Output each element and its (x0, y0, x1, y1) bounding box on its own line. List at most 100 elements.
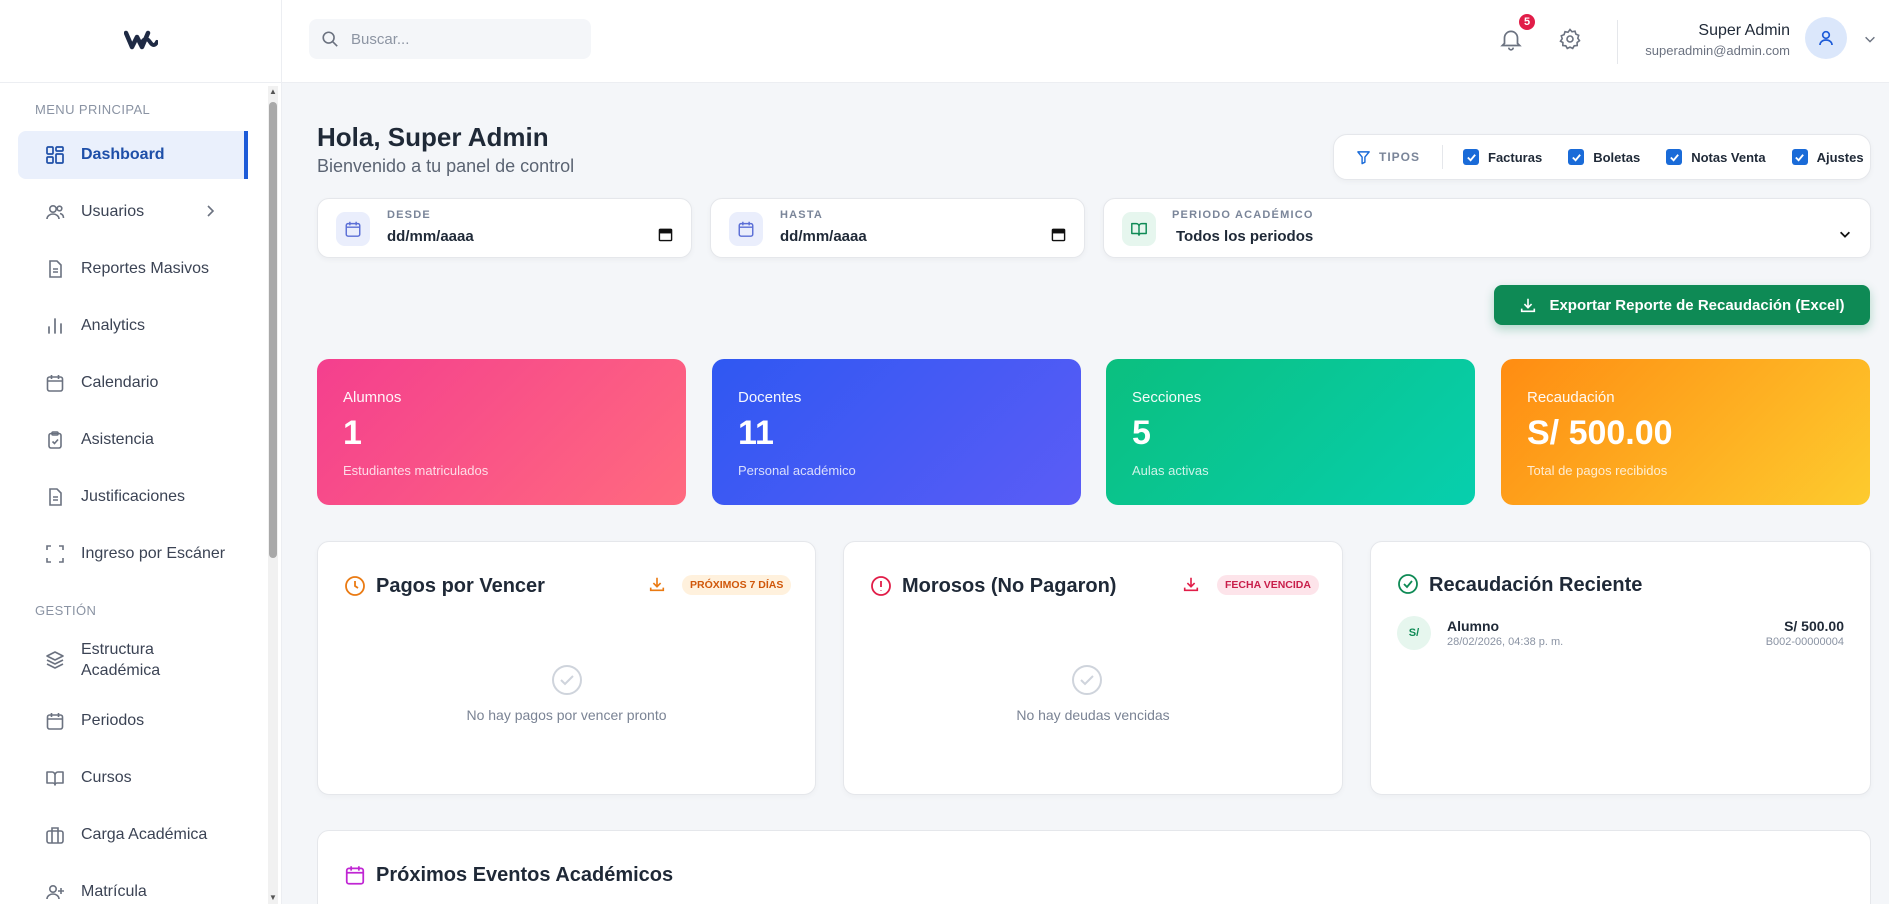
sidebar-item-reportes-masivos[interactable]: Reportes Masivos (18, 245, 248, 293)
stat-desc: Total de pagos recibidos (1527, 463, 1668, 478)
user-email: superadmin@admin.com (1645, 43, 1790, 58)
sidebar-item-label: Asistencia (81, 431, 154, 448)
calendar-picker-icon[interactable] (1051, 227, 1066, 242)
sidebar-item-dashboard[interactable]: Dashboard (18, 131, 248, 179)
sidebar-item-label: Calendario (81, 374, 159, 391)
sidebar-item-calendario[interactable]: Calendario (18, 359, 248, 407)
stat-card-recaudacion[interactable]: Recaudación S/ 500.00 Total de pagos rec… (1501, 359, 1870, 505)
sidebar-item-asistencia[interactable]: Asistencia (18, 416, 248, 464)
sidebar-item-label: Usuarios (81, 203, 145, 220)
calendar-icon (45, 373, 65, 393)
scroll-up-icon[interactable]: ▲ (269, 88, 277, 96)
layers-icon (45, 650, 65, 670)
stat-card-secciones[interactable]: Secciones 5 Aulas activas (1106, 359, 1475, 505)
checkbox-checked-icon[interactable] (1666, 149, 1683, 165)
sidebar-item-label: Estructura Académica (81, 641, 161, 679)
stat-card-alumnos[interactable]: Alumnos 1 Estudiantes matriculados (317, 359, 686, 505)
search-input[interactable] (351, 30, 571, 48)
sidebar-item-label: Ingreso por Escáner (81, 545, 226, 562)
calendar-icon (336, 212, 370, 246)
nav-section-manage: GESTIÓN (35, 603, 97, 618)
avatar[interactable] (1805, 17, 1847, 59)
card-recaudacion-reciente: Recaudación Reciente S/ Alumno 28/02/202… (1370, 541, 1871, 795)
sidebar-item-label: Carga Académica (81, 826, 208, 843)
period-label: PERIODO ACADÉMICO (1172, 209, 1314, 221)
stat-desc: Estudiantes matriculados (343, 463, 489, 478)
check-circle-icon (552, 665, 582, 695)
stat-value: 5 (1132, 414, 1151, 452)
dashboard-icon (45, 145, 65, 165)
chevron-down-icon[interactable] (1863, 32, 1877, 46)
payment-name: Alumno (1447, 618, 1500, 634)
logo[interactable] (0, 0, 281, 83)
filter-icon (1357, 150, 1370, 164)
sidebar-item-estructura-academica[interactable]: Estructura Académica (18, 632, 248, 688)
sidebar-item-usuarios[interactable]: Usuarios (18, 188, 248, 236)
brand-logo-icon (123, 30, 158, 50)
payment-date: 28/02/2026, 04:38 p. m. (1447, 636, 1564, 648)
gear-icon[interactable] (1558, 27, 1582, 51)
sidebar-item-label: Cursos (81, 769, 132, 786)
list-item[interactable]: S/ Alumno 28/02/2026, 04:38 p. m. S/ 500… (1397, 614, 1844, 654)
download-icon[interactable] (648, 575, 666, 593)
scroll-down-icon[interactable]: ▼ (269, 894, 277, 902)
checkbox-label: Notas Venta (1691, 149, 1766, 165)
date-to-value[interactable]: dd/mm/aaaa (780, 228, 867, 245)
checkbox-facturas[interactable]: Facturas (1463, 149, 1542, 165)
user-plus-icon (45, 882, 65, 902)
date-from-value[interactable]: dd/mm/aaaa (387, 228, 474, 245)
stat-label: Secciones (1132, 389, 1202, 406)
sidebar-item-label: Analytics (81, 317, 146, 334)
export-excel-button[interactable]: Exportar Reporte de Recaudación (Excel) (1494, 285, 1870, 325)
page-title: Hola, Super Admin (317, 122, 549, 152)
sidebar-item-label: Dashboard (81, 146, 165, 163)
chevron-down-icon[interactable] (1838, 227, 1852, 241)
check-circle-icon (1072, 665, 1102, 695)
sidebar-item-periodos[interactable]: Periodos (18, 697, 248, 745)
sidebar-item-justificaciones[interactable]: Justificaciones (18, 473, 248, 521)
search-icon (322, 31, 338, 47)
checkbox-checked-icon[interactable] (1791, 149, 1808, 165)
book-open-icon (45, 768, 65, 788)
sidebar-item-analytics[interactable]: Analytics (18, 302, 248, 350)
download-icon[interactable] (1182, 575, 1200, 593)
file-text-icon (45, 487, 65, 507)
clipboard-check-icon (45, 430, 65, 450)
sidebar-scrollbar[interactable]: ▲ ▼ (268, 86, 278, 904)
search-box[interactable] (309, 19, 591, 59)
sidebar-nav: MENU PRINCIPAL Dashboard Usuarios Report… (0, 84, 266, 904)
empty-state-text: No hay pagos por vencer pronto (466, 707, 667, 723)
payment-document: B002-00000004 (1765, 636, 1844, 648)
checkbox-boletas[interactable]: Boletas (1568, 149, 1640, 165)
sidebar-item-carga-academica[interactable]: Carga Académica (18, 811, 248, 859)
sidebar-item-cursos[interactable]: Cursos (18, 754, 248, 802)
payment-avatar: S/ (1397, 616, 1431, 650)
sidebar-item-ingreso-escaner[interactable]: Ingreso por Escáner (18, 530, 248, 578)
download-icon (1521, 298, 1536, 313)
card-title: Morosos (No Pagaron) (902, 575, 1117, 597)
checkbox-label: Facturas (1488, 149, 1543, 165)
stat-label: Alumnos (343, 389, 402, 406)
stat-desc: Personal académico (738, 463, 856, 478)
checkbox-notas-venta[interactable]: Notas Venta (1666, 149, 1766, 165)
date-from-field[interactable]: DESDE dd/mm/aaaa (317, 198, 692, 258)
stat-desc: Aulas activas (1132, 463, 1209, 478)
calendar-picker-icon[interactable] (658, 227, 673, 242)
check-circle-icon (1398, 574, 1418, 594)
chevron-right-icon (207, 205, 215, 217)
user-icon (1819, 30, 1833, 46)
scrollbar-thumb[interactable] (269, 102, 277, 558)
sidebar-item-label: Reportes Masivos (81, 260, 210, 277)
checkbox-checked-icon[interactable] (1463, 149, 1480, 165)
checkbox-checked-icon[interactable] (1568, 149, 1585, 165)
card-morosos: Morosos (No Pagaron) FECHA VENCIDA No ha… (843, 541, 1343, 795)
sidebar-item-matricula[interactable]: Matrícula (18, 868, 248, 904)
date-to-field[interactable]: HASTA dd/mm/aaaa (710, 198, 1085, 258)
checkbox-ajustes[interactable]: Ajustes (1791, 149, 1864, 165)
period-select[interactable]: PERIODO ACADÉMICO Todos los periodos (1103, 198, 1871, 258)
nav-section-main: MENU PRINCIPAL (35, 102, 151, 117)
briefcase-icon (45, 825, 65, 845)
stat-value: 11 (738, 414, 774, 452)
period-value[interactable]: Todos los periodos (1176, 228, 1313, 245)
stat-card-docentes[interactable]: Docentes 11 Personal académico (712, 359, 1081, 505)
